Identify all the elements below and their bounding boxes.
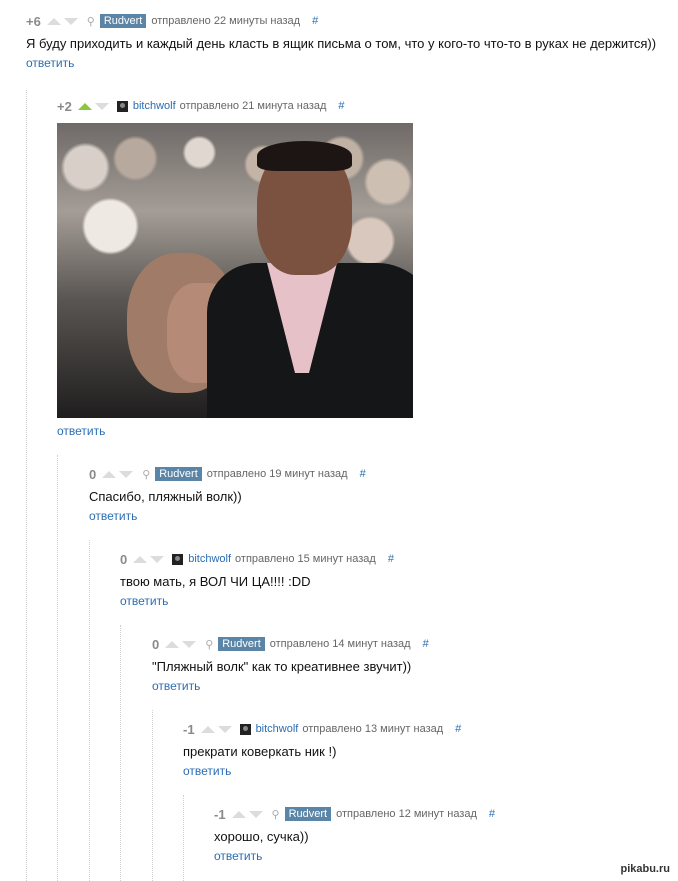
comment-text: прекрати коверкать ник !) — [183, 744, 337, 759]
comment-text: хорошо, сучка)) — [214, 829, 309, 844]
downvote-icon[interactable] — [182, 640, 197, 648]
username-badge[interactable]: Rudvert — [99, 14, 147, 28]
reply-link[interactable]: ответить — [214, 849, 495, 863]
comment: +2 bitchwolf отправлено 21 минута назад … — [57, 97, 413, 438]
permalink[interactable]: # — [338, 100, 344, 112]
thread-line — [183, 795, 184, 881]
permalink[interactable]: # — [423, 638, 429, 650]
downvote-icon[interactable] — [150, 555, 165, 563]
timestamp: отправлено 14 минут назад — [269, 638, 411, 650]
timestamp: отправлено 15 минут назад — [235, 553, 376, 565]
downvote-icon[interactable] — [63, 17, 78, 25]
comment-meta: 0 bitchwolf отправлено 15 минут назад # — [120, 550, 394, 568]
permalink[interactable]: # — [489, 808, 495, 820]
comment: -1 ⚲ Rudvert отправлено 12 минут назад #… — [214, 805, 495, 864]
comment: +6 ⚲ Rudvert отправлено 22 минуты назад … — [26, 12, 657, 71]
timestamp: отправлено 21 минута назад — [179, 100, 327, 112]
comment-rating: -1 — [214, 806, 226, 822]
permalink[interactable]: # — [388, 553, 394, 565]
thread-line — [57, 455, 58, 881]
downvote-icon[interactable] — [119, 470, 134, 478]
upvote-icon[interactable] — [102, 470, 117, 478]
timestamp: отправлено 13 минут назад — [302, 723, 444, 735]
comment-meta: +6 ⚲ Rudvert отправлено 22 минуты назад … — [26, 12, 656, 30]
reply-link[interactable]: ответить — [26, 56, 656, 70]
permalink[interactable]: # — [360, 468, 366, 480]
comment-rating: 0 — [89, 466, 97, 482]
avatar-icon — [172, 553, 184, 565]
comment-rating: 0 — [152, 636, 160, 652]
comment-text: Спасибо, пляжный волк)) — [89, 489, 242, 504]
thread-line — [89, 540, 90, 881]
reply-link[interactable]: ответить — [183, 764, 461, 778]
reply-link[interactable]: ответить — [57, 424, 413, 438]
comment: 0 ⚲ Rudvert отправлено 19 минут назад # … — [89, 465, 366, 524]
comment-meta: +2 bitchwolf отправлено 21 минута назад … — [57, 97, 413, 115]
comment-text: "Пляжный волк" как то креативнее звучит)… — [152, 659, 412, 674]
username-badge[interactable]: Rudvert — [155, 467, 202, 481]
pikabu-watermark: pikabu.ru — [620, 863, 670, 875]
comment-meta: -1 bitchwolf отправлено 13 минут назад # — [183, 720, 461, 738]
comment-meta: 0 ⚲ Rudvert отправлено 14 минут назад # — [152, 635, 429, 653]
comment-rating: +6 — [26, 13, 41, 29]
permalink[interactable]: # — [455, 723, 461, 735]
thread-line — [26, 90, 27, 881]
upvote-icon[interactable] — [200, 725, 215, 733]
comment-rating: 0 — [120, 551, 128, 567]
timestamp: отправлено 22 минуты назад — [151, 15, 301, 27]
upvote-icon[interactable] — [165, 640, 180, 648]
username-badge[interactable]: Rudvert — [284, 807, 332, 821]
pin-icon[interactable]: ⚲ — [86, 15, 96, 28]
username-link[interactable]: bitchwolf — [256, 723, 299, 735]
pin-icon[interactable]: ⚲ — [271, 808, 281, 821]
username-link[interactable]: bitchwolf — [133, 100, 176, 112]
comment-meta: -1 ⚲ Rudvert отправлено 12 минут назад # — [214, 805, 495, 823]
username-link[interactable]: bitchwolf — [188, 553, 231, 565]
comment-rating: +2 — [57, 98, 72, 114]
upvote-icon[interactable] — [77, 102, 92, 110]
comment-text: Я буду приходить и каждый день класть в … — [26, 36, 657, 51]
reply-link[interactable]: ответить — [89, 509, 366, 523]
downvote-icon[interactable] — [94, 102, 109, 110]
upvote-icon[interactable] — [133, 555, 148, 563]
downvote-icon[interactable] — [217, 725, 232, 733]
comment-rating: -1 — [183, 721, 195, 737]
comment-meta: 0 ⚲ Rudvert отправлено 19 минут назад # — [89, 465, 366, 483]
upvote-icon[interactable] — [231, 810, 246, 818]
thread-line — [120, 625, 121, 881]
avatar-icon — [116, 100, 128, 112]
downvote-icon[interactable] — [248, 810, 263, 818]
permalink[interactable]: # — [312, 15, 318, 27]
timestamp: отправлено 12 минут назад — [336, 808, 477, 820]
comment: -1 bitchwolf отправлено 13 минут назад #… — [183, 720, 461, 779]
pin-icon[interactable]: ⚲ — [141, 468, 151, 481]
comment-text: твою мать, я ВОЛ ЧИ ЦА!!!! :DD — [120, 574, 311, 589]
thread-line — [152, 710, 153, 881]
avatar-icon — [239, 723, 251, 735]
upvote-icon[interactable] — [46, 17, 61, 25]
reply-link[interactable]: ответить — [120, 594, 394, 608]
man-hair — [257, 141, 352, 171]
comment: 0 bitchwolf отправлено 15 минут назад # … — [120, 550, 394, 609]
timestamp: отправлено 19 минут назад — [206, 468, 348, 480]
pin-icon[interactable]: ⚲ — [204, 638, 214, 651]
comment-gif-image[interactable] — [57, 123, 413, 418]
username-badge[interactable]: Rudvert — [218, 637, 265, 651]
comment: 0 ⚲ Rudvert отправлено 14 минут назад # … — [152, 635, 429, 694]
reply-link[interactable]: ответить — [152, 679, 429, 693]
